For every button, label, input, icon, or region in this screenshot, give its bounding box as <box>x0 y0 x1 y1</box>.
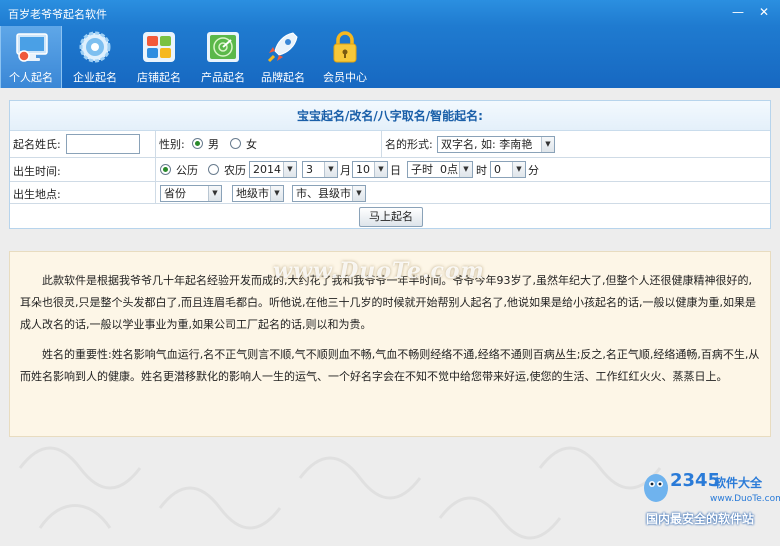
radar-icon <box>207 32 239 62</box>
tab-label: 产品起名 <box>201 71 245 84</box>
gender-male-radio[interactable] <box>192 138 203 149</box>
tab-label: 店铺起名 <box>137 71 181 84</box>
main-toolbar: 个人起名 企业起名 店铺起名 产品起名 品牌起名 会员中心 <box>0 26 780 88</box>
mascot-icon <box>644 474 668 502</box>
main-content: 宝宝起名/改名/八字取名/智能起名: 起名姓氏: 性别: 男 女 名的形式: 双… <box>0 88 780 546</box>
minute-select[interactable]: 0 ▼ <box>490 161 526 178</box>
birth-time-label: 出生时间: <box>13 165 61 178</box>
city-select[interactable]: 地级市 ▼ <box>232 185 284 202</box>
tab-label: 企业起名 <box>73 71 117 84</box>
tab-label: 品牌起名 <box>261 71 305 84</box>
name-form-select[interactable]: 双字名, 如: 李南艳 ▼ <box>437 136 555 153</box>
start-naming-button[interactable]: 马上起名 <box>359 207 423 227</box>
surname-label: 起名姓氏: <box>13 138 61 151</box>
chevron-down-icon: ▼ <box>208 186 221 201</box>
tab-shop-naming[interactable]: 店铺起名 <box>128 26 190 88</box>
badge-name: 软件大全 <box>714 476 763 490</box>
month-unit: 月 <box>340 164 351 177</box>
title-bar: 百岁老爷爷起名软件 — ✕ <box>0 0 780 26</box>
hour-select[interactable]: 子时 0点 ▼ <box>407 161 473 178</box>
tab-member-center[interactable]: 会员中心 <box>314 26 376 88</box>
window-controls: — ✕ <box>726 3 776 21</box>
birth-place-label: 出生地点: <box>13 188 61 201</box>
site-badge: 2345 软件大全 www.DuoTe.com 国内最安全的软件站 <box>640 468 780 528</box>
chevron-down-icon: ▼ <box>374 162 387 177</box>
chevron-down-icon: ▼ <box>270 186 283 201</box>
lunar-label: 农历 <box>224 164 246 177</box>
chevron-down-icon: ▼ <box>324 162 337 177</box>
form-row-birth-time: 出生时间: 公历 农历 2014 ▼ 3 ▼ 月 10 ▼ 日 子时 0点 ▼ … <box>10 158 770 182</box>
tab-company-naming[interactable]: 企业起名 <box>64 26 126 88</box>
solar-label: 公历 <box>176 164 198 177</box>
day-select[interactable]: 10 ▼ <box>352 161 388 178</box>
badge-url: www.DuoTe.com <box>710 494 780 504</box>
minimize-button[interactable]: — <box>726 3 750 21</box>
month-select[interactable]: 3 ▼ <box>302 161 338 178</box>
gender-label: 性别: <box>159 138 185 151</box>
chevron-down-icon: ▼ <box>352 186 365 201</box>
minute-unit: 分 <box>528 164 539 177</box>
form-header: 宝宝起名/改名/八字取名/智能起名: <box>10 101 770 131</box>
tab-label: 会员中心 <box>323 71 367 84</box>
form-row-name: 起名姓氏: 性别: 男 女 名的形式: 双字名, 如: 李南艳 ▼ <box>10 131 770 158</box>
badge-number: 2345 <box>670 470 721 491</box>
gear-icon <box>79 31 111 63</box>
tab-label: 个人起名 <box>9 71 53 84</box>
year-select[interactable]: 2014 ▼ <box>249 161 297 178</box>
chevron-down-icon: ▼ <box>459 162 472 177</box>
day-unit: 日 <box>390 164 401 177</box>
name-form-label: 名的形式: <box>385 138 433 151</box>
badge-slogan: 国内最安全的软件站 <box>646 512 755 526</box>
rocket-icon <box>267 32 298 63</box>
chevron-down-icon: ▼ <box>283 162 296 177</box>
county-select[interactable]: 市、县级市 ▼ <box>292 185 366 202</box>
surname-input[interactable] <box>66 134 140 154</box>
duote-watermark: www.DuoTe.com <box>273 258 485 284</box>
window-title: 百岁老爷爷起名软件 <box>8 8 107 21</box>
form-row-birth-place: 出生地点: 省份 ▼ 地级市 ▼ 市、县级市 ▼ <box>10 182 770 204</box>
lock-icon <box>333 31 357 63</box>
gender-female-label: 女 <box>246 138 257 151</box>
monitor-icon <box>16 33 48 62</box>
naming-form: 宝宝起名/改名/八字取名/智能起名: 起名姓氏: 性别: 男 女 名的形式: 双… <box>9 100 771 229</box>
lunar-calendar-radio[interactable] <box>208 164 219 175</box>
hour-unit: 时 <box>476 164 487 177</box>
province-select[interactable]: 省份 ▼ <box>160 185 222 202</box>
tiles-icon <box>143 32 175 62</box>
close-button[interactable]: ✕ <box>752 3 776 21</box>
importance-paragraph: 姓名的重要性:姓名影响气血运行,名不正气则言不顺,气不顺则血不畅,气血不畅则经络… <box>20 348 760 383</box>
tab-product-naming[interactable]: 产品起名 <box>192 26 254 88</box>
tab-brand-naming[interactable]: 品牌起名 <box>252 26 314 88</box>
tab-personal-naming[interactable]: 个人起名 <box>0 26 62 88</box>
solar-calendar-radio[interactable] <box>160 164 171 175</box>
chevron-down-icon: ▼ <box>541 137 554 152</box>
chevron-down-icon: ▼ <box>512 162 525 177</box>
gender-female-radio[interactable] <box>230 138 241 149</box>
gender-male-label: 男 <box>208 138 219 151</box>
